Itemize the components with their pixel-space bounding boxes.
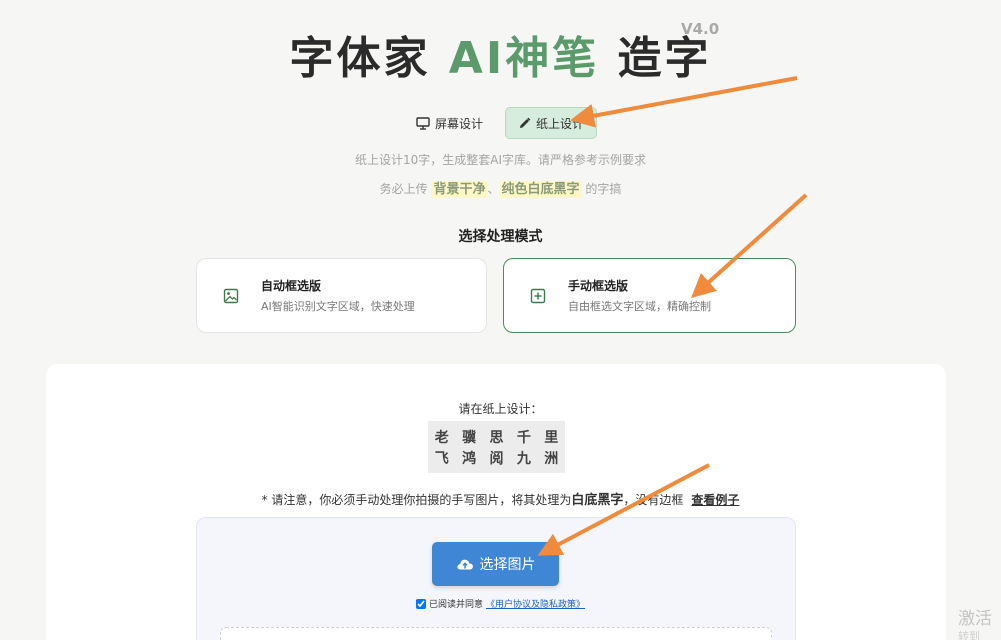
- highlight-white-black: 纯色白底黑字: [499, 181, 582, 198]
- card-description: AI智能识别文字区域，快速处理: [261, 300, 415, 313]
- card-title: 手动框选版: [568, 279, 629, 293]
- hint-line-1: 纸上设计10字，生成整套AI字库。请严格参考示例要求: [354, 153, 647, 167]
- agree-label: 已阅读并同意: [428, 600, 483, 610]
- design-prompt: 请在纸上设计：: [458, 402, 543, 416]
- select-image-button[interactable]: 选择图片: [432, 542, 559, 586]
- version-label: V4.0: [681, 20, 720, 38]
- plus-square-icon: [530, 288, 546, 303]
- hint-line-2: 务必上传 背景干净、纯色白底黑字 的字搞: [379, 181, 622, 198]
- pencil-icon: [520, 117, 531, 128]
- manual-select-mode-card[interactable]: 手动框选版 自由框选文字区域，精确控制: [503, 258, 796, 333]
- sample-characters: 老骥思千里 飞鸿阅九洲: [428, 421, 565, 473]
- notice-bold: 白底黑字: [571, 493, 624, 508]
- tab-label: 纸上设计: [536, 116, 585, 131]
- processing-notice: * 请注意，你必须手动处理你拍摄的手写图片，将其处理为白底黑字，没有边框 查看例子: [261, 493, 740, 508]
- tab-screen-design[interactable]: 屏幕设计: [404, 107, 495, 139]
- auto-select-mode-card[interactable]: 自动框选版 AI智能识别文字区域，快速处理: [196, 258, 487, 333]
- sample-row-1: 老骥思千里: [434, 430, 559, 446]
- tab-paper-design[interactable]: 纸上设计: [505, 107, 598, 139]
- agree-checkbox[interactable]: [415, 598, 426, 609]
- agreement-row: 已阅读并同意 《用户协议及隐私政策》: [0, 597, 1001, 610]
- image-icon: [223, 288, 239, 303]
- card-description: 自由框选文字区域，精确控制: [568, 300, 711, 313]
- card-title: 自动框选版: [261, 279, 322, 293]
- activation-watermark: 激活: [958, 609, 992, 629]
- button-label: 选择图片: [479, 557, 536, 573]
- monitor-icon: [416, 116, 430, 130]
- view-example-link[interactable]: 查看例子: [691, 493, 739, 507]
- page-title: 字体家 AI神笔 造字: [289, 33, 712, 84]
- tab-label: 屏幕设计: [434, 116, 483, 131]
- policy-link[interactable]: 《用户协议及隐私政策》: [486, 597, 585, 610]
- highlight-clean-background: 背景干净: [431, 181, 488, 198]
- activation-watermark-sub: 转到: [958, 630, 980, 640]
- mode-section-title: 选择处理模式: [458, 229, 543, 245]
- design-mode-tabs: 屏幕设计 纸上设计: [0, 107, 1001, 139]
- title-ai-highlight: AI神笔: [448, 33, 600, 84]
- preview-dropzone[interactable]: [220, 627, 772, 640]
- cloud-upload-icon: [456, 559, 473, 570]
- sample-row-2: 飞鸿阅九洲: [434, 451, 559, 467]
